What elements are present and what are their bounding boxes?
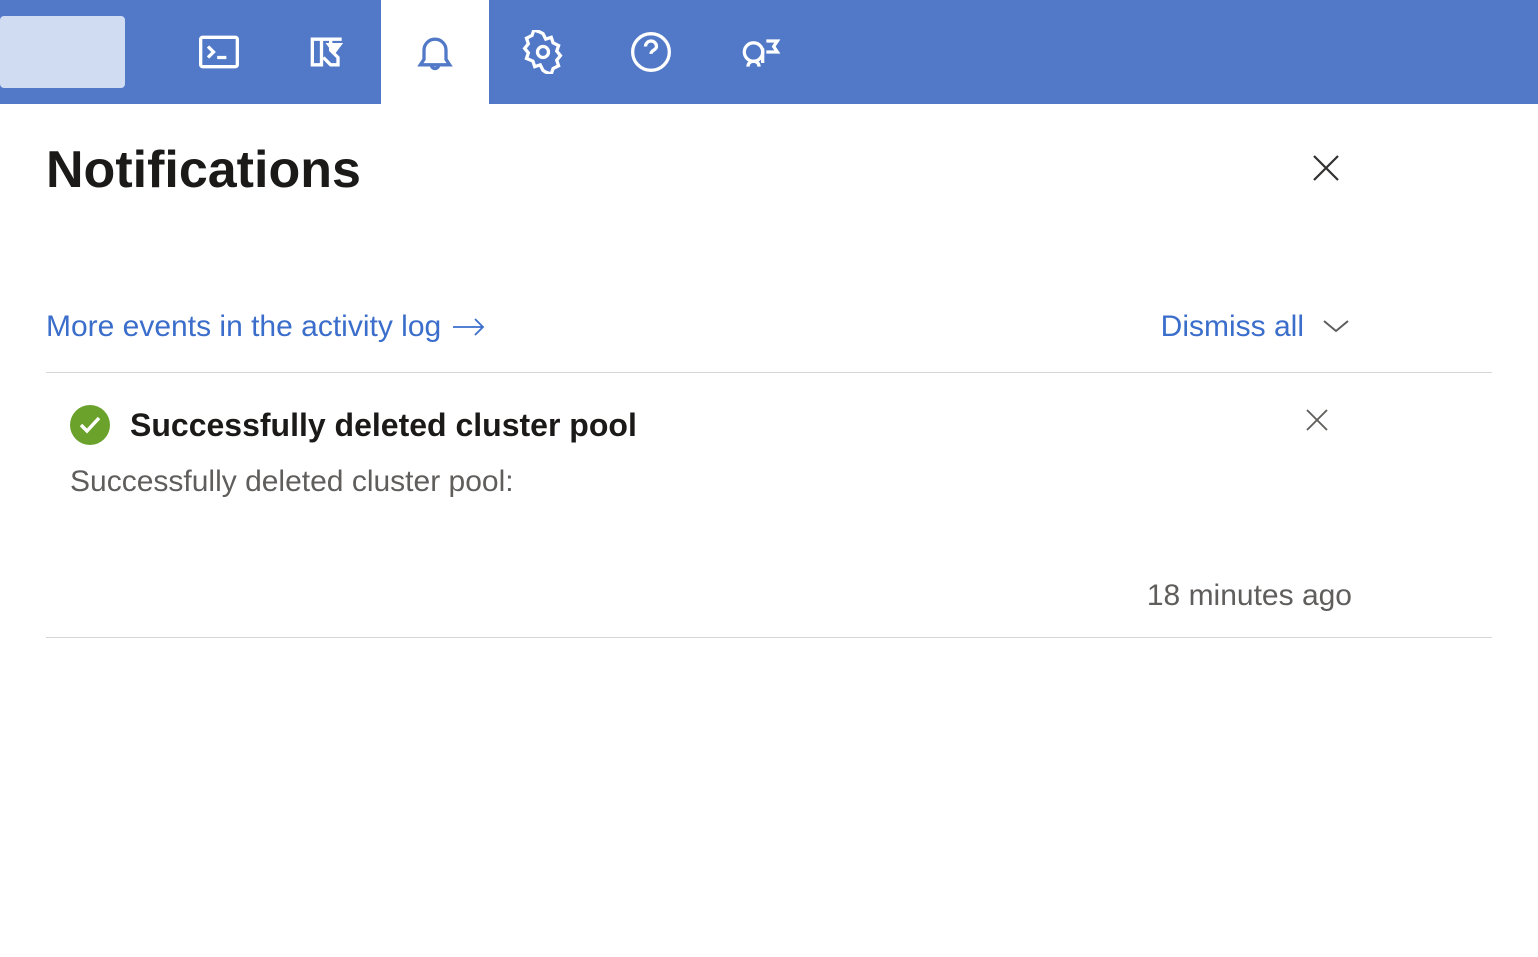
notification-title: Successfully deleted cluster pool bbox=[130, 407, 637, 444]
panel-title: Notifications bbox=[46, 140, 361, 200]
notification-item: Successfully deleted cluster pool Succes… bbox=[46, 373, 1492, 638]
filter-icon[interactable] bbox=[273, 0, 381, 104]
close-panel-button[interactable] bbox=[1300, 142, 1352, 199]
chevron-down-icon[interactable] bbox=[1320, 315, 1352, 340]
help-icon[interactable] bbox=[597, 0, 705, 104]
success-check-icon bbox=[70, 405, 110, 445]
actions-row: More events in the activity log Dismiss … bbox=[46, 310, 1492, 373]
notifications-icon[interactable] bbox=[381, 0, 489, 104]
settings-icon[interactable] bbox=[489, 0, 597, 104]
notification-description: Successfully deleted cluster pool: bbox=[70, 465, 1492, 499]
top-toolbar bbox=[0, 0, 1538, 104]
dismiss-all-button[interactable]: Dismiss all bbox=[1161, 310, 1304, 344]
notifications-panel: Notifications More events in the activit… bbox=[0, 104, 1538, 638]
notification-timestamp: 18 minutes ago bbox=[70, 579, 1352, 613]
feedback-icon[interactable] bbox=[705, 0, 813, 104]
more-events-label: More events in the activity log bbox=[46, 310, 441, 344]
more-events-link[interactable]: More events in the activity log bbox=[46, 310, 487, 344]
dismiss-notification-button[interactable] bbox=[1302, 405, 1332, 440]
search-input[interactable] bbox=[0, 16, 125, 88]
cloud-shell-icon[interactable] bbox=[165, 0, 273, 104]
